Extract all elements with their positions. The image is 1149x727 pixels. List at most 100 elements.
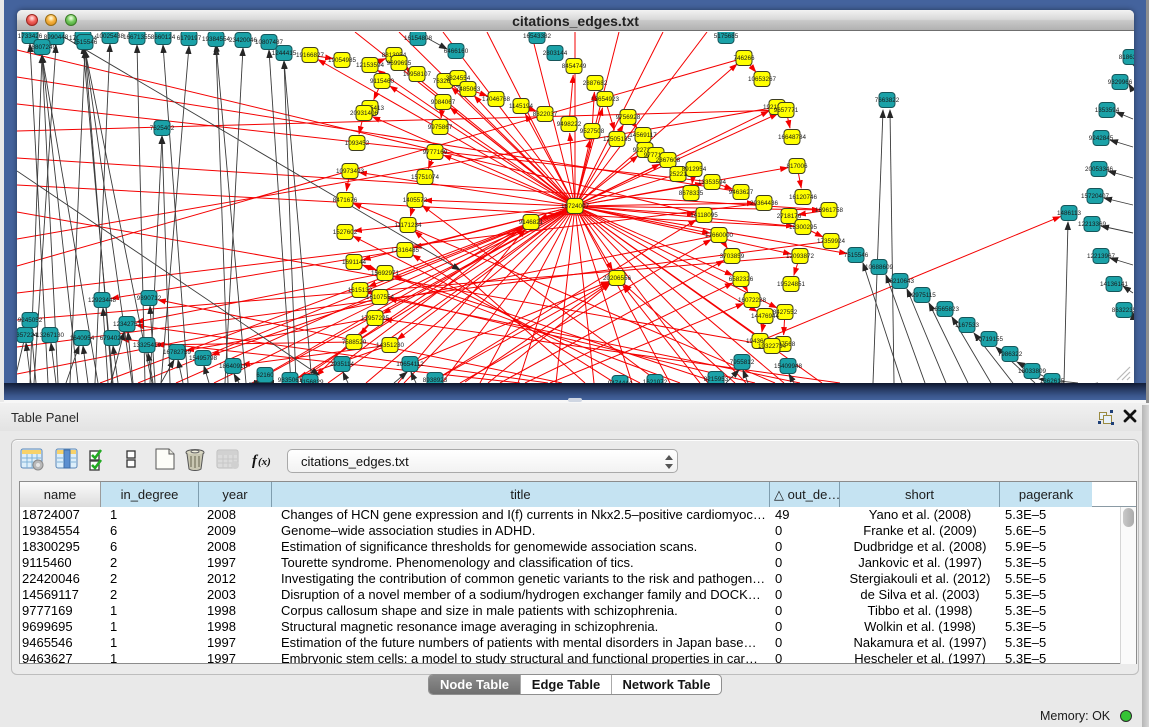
svg-text:17359924: 17359924 <box>817 238 846 245</box>
svg-text:19166827: 19166827 <box>296 52 325 59</box>
svg-text:1353594: 1353594 <box>1095 107 1120 114</box>
svg-text:8471676: 8471676 <box>333 197 358 204</box>
svg-text:9527508: 9527508 <box>580 128 605 135</box>
svg-text:9699695: 9699695 <box>387 60 412 67</box>
svg-text:16565823: 16565823 <box>931 306 960 313</box>
svg-text:8660124: 8660124 <box>151 34 176 41</box>
svg-text:10958107: 10958107 <box>403 71 432 78</box>
svg-text:19054985: 19054985 <box>328 57 357 64</box>
svg-text:12342757: 12342757 <box>113 321 142 328</box>
svg-text:2367608: 2367608 <box>656 157 681 164</box>
svg-text:15495798: 15495798 <box>189 355 218 362</box>
svg-text:13654923: 13654923 <box>591 96 620 103</box>
svg-text:8454749: 8454749 <box>562 63 587 70</box>
svg-text:1405572: 1405572 <box>403 197 428 204</box>
svg-text:16033809: 16033809 <box>1018 368 1047 375</box>
svg-text:7357224: 7357224 <box>17 332 38 339</box>
svg-text:10322734: 10322734 <box>758 343 787 350</box>
svg-text:9329966: 9329966 <box>1108 79 1133 86</box>
svg-text:3703859: 3703859 <box>720 253 745 260</box>
svg-text:12153594: 12153594 <box>356 62 385 69</box>
svg-text:12975115: 12975115 <box>908 292 936 299</box>
svg-text:20053346: 20053346 <box>1085 166 1114 173</box>
svg-text:7588520: 7588520 <box>342 339 367 346</box>
svg-text:2935114: 2935114 <box>330 361 355 368</box>
svg-text:12923448: 12923448 <box>88 297 117 304</box>
svg-text:9115460: 9115460 <box>370 78 395 85</box>
svg-text:19384554: 19384554 <box>202 36 231 43</box>
svg-text:9474444: 9474444 <box>608 380 633 383</box>
svg-text:20206556: 20206556 <box>603 275 632 282</box>
svg-text:7955812: 7955812 <box>730 359 755 366</box>
svg-text:18807249: 18807249 <box>28 44 57 51</box>
svg-text:14136141: 14136141 <box>1100 281 1129 288</box>
svg-text:1691144: 1691144 <box>342 259 367 266</box>
svg-text:6179197: 6179197 <box>177 35 202 42</box>
svg-text:8912954: 8912954 <box>682 166 707 173</box>
svg-text:15720407: 15720407 <box>1081 193 1110 200</box>
svg-text:18300295: 18300295 <box>789 224 818 231</box>
svg-text:1527602: 1527602 <box>333 229 358 236</box>
svg-text:12093872: 12093872 <box>786 253 815 260</box>
svg-text:9084067: 9084067 <box>431 99 456 106</box>
svg-text:16782759: 16782759 <box>163 349 192 356</box>
svg-text:17660000: 17660000 <box>705 232 734 239</box>
svg-text:16107554: 16107554 <box>366 294 395 301</box>
svg-text:1640954: 1640954 <box>70 335 95 342</box>
svg-text:1621072: 1621072 <box>643 379 668 383</box>
svg-text:9657771: 9657771 <box>774 107 799 114</box>
svg-text:15751074: 15751074 <box>411 174 440 181</box>
svg-text:16648784: 16648784 <box>778 134 807 141</box>
svg-text:20364436: 20364436 <box>750 200 779 207</box>
svg-text:6794028: 6794028 <box>100 335 125 342</box>
svg-text:15409948: 15409948 <box>774 363 803 370</box>
svg-text:9245052: 9245052 <box>18 317 43 324</box>
svg-text:12213369: 12213369 <box>1078 221 1107 228</box>
svg-text:2803144: 2803144 <box>543 50 568 57</box>
svg-text:9498222: 9498222 <box>557 121 582 128</box>
svg-text:10719155: 10719155 <box>975 336 1004 343</box>
svg-text:23420046: 23420046 <box>229 37 258 44</box>
svg-text:16543382: 16543382 <box>523 33 552 40</box>
svg-text:(x): (x) <box>258 456 271 468</box>
svg-text:7625402: 7625402 <box>150 125 175 132</box>
svg-text:13325419: 13325419 <box>133 342 162 349</box>
svg-text:1167533: 1167533 <box>955 322 980 329</box>
svg-text:746266: 746266 <box>733 55 755 62</box>
svg-text:14118095: 14118095 <box>690 212 718 219</box>
svg-text:5175685: 5175685 <box>714 33 739 40</box>
svg-text:8938923: 8938923 <box>423 377 448 383</box>
svg-text:9756928: 9756928 <box>616 114 641 121</box>
svg-text:10025438: 10025438 <box>96 33 125 40</box>
svg-text:7515546: 7515546 <box>844 252 869 259</box>
svg-text:14476944: 14476944 <box>751 313 780 320</box>
svg-text:18724007: 18724007 <box>561 203 590 210</box>
svg-text:7663822: 7663822 <box>875 97 900 104</box>
svg-text:8322037: 8322037 <box>533 111 558 118</box>
svg-text:1615132: 1615132 <box>348 287 373 294</box>
svg-text:13353594: 13353594 <box>698 179 727 186</box>
svg-text:14351230: 14351230 <box>376 342 405 349</box>
svg-text:14569117: 14569117 <box>629 132 657 139</box>
svg-text:16961758: 16961758 <box>815 207 844 214</box>
svg-text:10973493: 10973493 <box>336 168 365 175</box>
svg-text:12213967: 12213967 <box>1087 253 1116 260</box>
svg-text:8632235: 8632235 <box>1112 307 1134 314</box>
svg-text:1244415: 1244415 <box>272 50 297 57</box>
svg-text:11171234: 11171234 <box>394 222 422 229</box>
svg-text:9890712: 9890712 <box>137 295 162 302</box>
svg-text:7485063: 7485063 <box>456 86 481 93</box>
svg-text:17316485: 17316485 <box>391 247 420 254</box>
svg-text:1362615: 1362615 <box>1040 378 1065 383</box>
svg-text:16210643: 16210643 <box>886 278 915 285</box>
svg-text:1486113: 1486113 <box>1057 210 1082 217</box>
svg-text:8186328: 8186328 <box>1119 54 1134 61</box>
svg-text:17046768: 17046768 <box>482 96 511 103</box>
svg-text:16154808: 16154808 <box>404 35 433 42</box>
svg-text:11156829: 11156829 <box>296 379 324 383</box>
svg-text:817006: 817006 <box>786 163 808 170</box>
svg-text:20931406: 20931406 <box>350 110 379 117</box>
svg-text:1093452: 1093452 <box>345 140 370 147</box>
svg-text:6466160: 6466160 <box>444 48 469 55</box>
svg-text:12505135: 12505135 <box>603 136 632 143</box>
